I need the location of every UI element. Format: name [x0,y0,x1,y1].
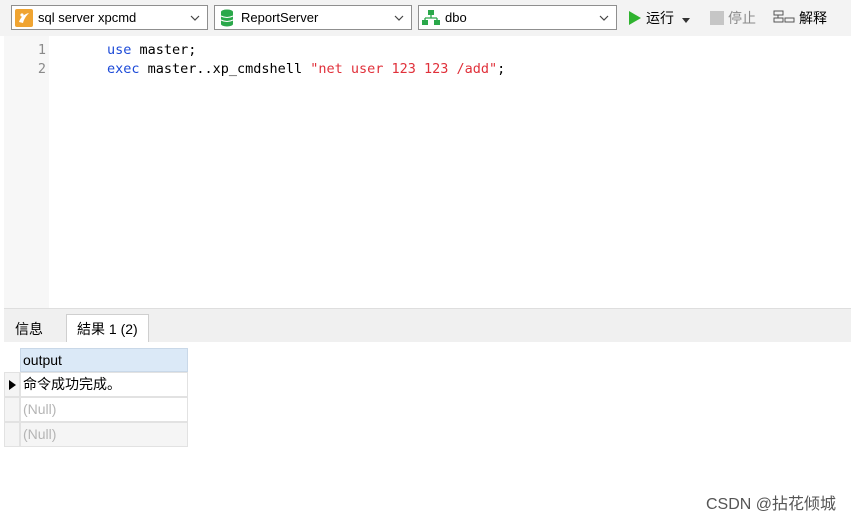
run-label: 运行 [646,10,674,26]
play-icon [628,10,642,26]
result-tabstrip: 信息 結果 1 (2) [4,308,851,343]
row-indicator [4,397,20,422]
table-row[interactable]: (Null) [4,422,188,447]
keyword: exec [107,61,140,77]
stop-label: 停止 [728,10,756,26]
table-row[interactable]: 命令成功完成。 [4,372,188,397]
explain-icon [773,10,795,26]
code-text: master..xp_cmdshell [139,61,311,77]
chevron-down-icon [391,10,407,26]
stop-icon [710,11,724,25]
code-text: ; [497,61,506,77]
database-select[interactable]: ReportServer [214,5,412,30]
table-row[interactable]: (Null) [4,397,188,422]
column-header[interactable]: output [20,348,188,372]
schema-select[interactable]: dbo [418,5,617,30]
string-literal: "net user 123 123 /add" [310,61,498,77]
line-number: 1 [37,42,46,58]
database-icon [218,9,236,27]
table-cell[interactable]: (Null) [20,422,188,447]
stop-button[interactable]: 停止 [710,8,756,28]
database-label: ReportServer [241,10,319,25]
row-indicator [4,372,20,397]
schema-icon [422,9,440,27]
chevron-down-icon [596,10,612,26]
row-indicator [4,422,20,447]
watermark: CSDN @拈花倾城 [705,496,836,513]
line-number: 2 [37,61,46,77]
toolbar: sql server xpcmd ReportServer dbo 运行 停止 … [0,0,851,36]
tab-label: 信息 [15,321,43,337]
chevron-down-icon [187,10,203,26]
table-cell[interactable]: 命令成功完成。 [20,372,188,397]
tab-label: 結果 1 (2) [77,321,138,337]
tab-result-1[interactable]: 結果 1 (2) [66,314,149,343]
explain-button[interactable]: 解释 [773,8,827,28]
caret-down-icon[interactable] [682,10,690,26]
code-line: 1 use master; [4,41,851,59]
connection-select[interactable]: sql server xpcmd [11,5,208,30]
code-text: master; [131,42,197,58]
keyword: use [107,42,132,58]
explain-label: 解释 [799,10,827,26]
tab-messages[interactable]: 信息 [5,316,53,342]
run-button[interactable]: 运行 [628,8,690,28]
connection-icon [15,8,33,27]
current-row-arrow-icon [8,379,16,390]
code-line: 2 exec master..xp_cmdshell "net user 123… [4,60,851,78]
schema-label: dbo [445,10,467,25]
table-cell[interactable]: (Null) [20,397,188,422]
connection-label: sql server xpcmd [38,10,137,25]
